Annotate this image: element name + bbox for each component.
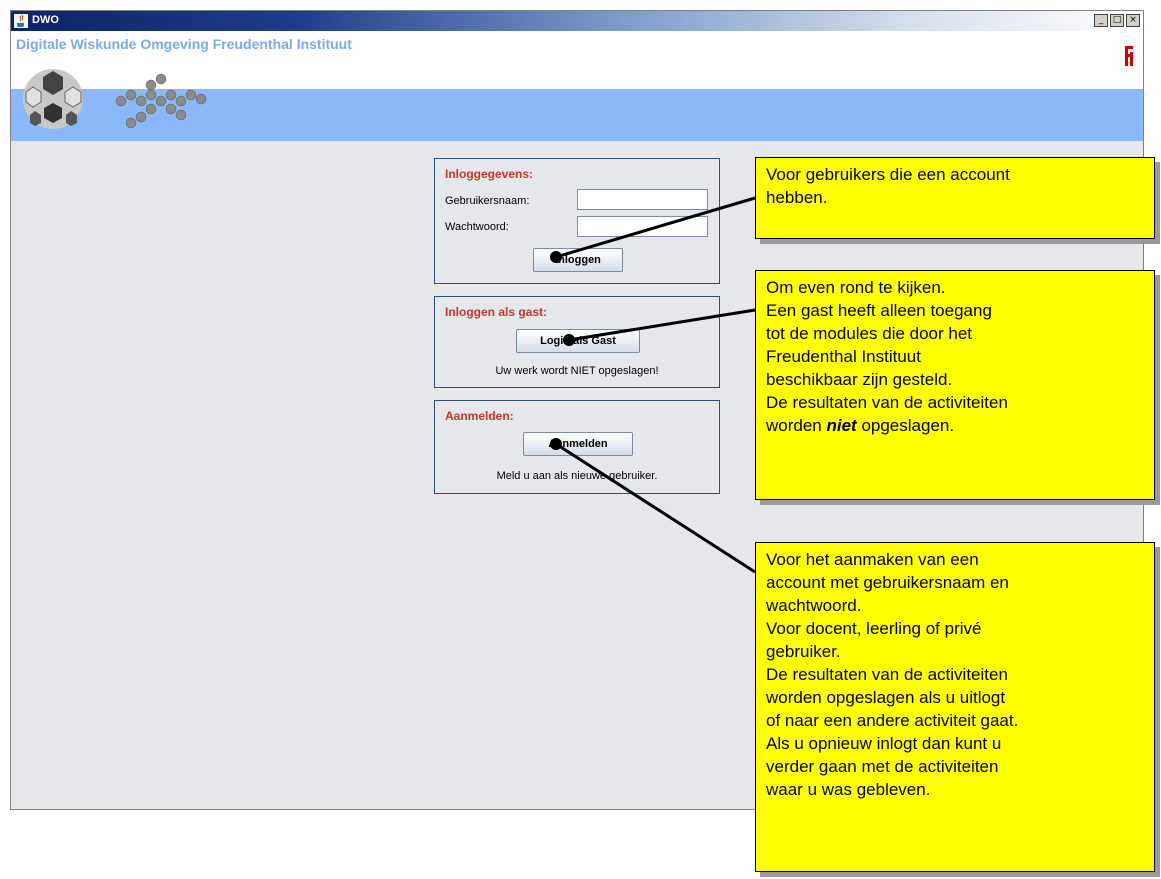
register-note: Meld u aan als nieuwe gebruiker. (496, 470, 658, 482)
callout-line: Freudenthal Instituut (766, 347, 921, 366)
callout-line: Voor gebruikers die een account (766, 165, 1010, 184)
password-field[interactable] (577, 216, 708, 237)
callout-line: Voor het aanmaken van een (766, 550, 979, 569)
callout-line: account met gebruikersnaam en (766, 573, 1009, 592)
callout-line-last: worden niet opgeslagen. (766, 414, 1144, 437)
callout-line: hebben. (766, 188, 828, 207)
freudenthal-icon (1125, 46, 1133, 66)
login-panel: Inloggegevens: Gebruikersnaam: Wachtwoor… (434, 158, 720, 284)
login-panel-title: Inloggegevens: (445, 167, 534, 181)
app-header: Digitale Wiskunde Omgeving Freudenthal I… (11, 31, 1143, 141)
callout-line: Voor docent, leerling of privé (766, 619, 982, 638)
callout-line: De resultaten van de activiteiten (766, 393, 1008, 412)
callout-line: gebruiker. (766, 642, 841, 661)
callout-line: of naar een andere activiteit gaat. (766, 711, 1019, 730)
minimize-button[interactable]: _ (1094, 14, 1108, 27)
register-callout: Voor het aanmaken van een account met ge… (755, 542, 1155, 872)
java-app-icon (14, 14, 28, 28)
register-panel-title: Aanmelden: (445, 409, 514, 423)
window-title: DWO (32, 14, 59, 26)
guest-note: Uw werk wordt NIET opgeslagen! (495, 365, 659, 377)
callout-line: worden opgeslagen als u uitlogt (766, 688, 1006, 707)
guest-login-button[interactable]: Login als Gast (516, 329, 640, 353)
register-panel: Aanmelden: Aanmelden Meld u aan als nieu… (434, 400, 720, 494)
login-button[interactable]: Inloggen (533, 248, 623, 272)
password-label: Wachtwoord: (445, 221, 509, 233)
register-button[interactable]: Aanmelden (523, 432, 633, 456)
callout-line: Om even rond te kijken. (766, 278, 946, 297)
username-field[interactable] (577, 189, 708, 210)
callout-text: worden (766, 416, 827, 435)
callout-line: Als u opnieuw inlogt dan kunt u (766, 734, 1002, 753)
callout-line: waar u was gebleven. (766, 780, 931, 799)
guest-panel: Inloggen als gast: Login als Gast Uw wer… (434, 296, 720, 388)
callout-line: verder gaan met de activiteiten (766, 757, 999, 776)
username-label: Gebruikersnaam: (445, 195, 530, 207)
callout-line: De resultaten van de activiteiten (766, 665, 1008, 684)
title-bar[interactable]: DWO _ □ × (11, 11, 1143, 31)
guest-panel-title: Inloggen als gast: (445, 305, 548, 319)
app-title: Digitale Wiskunde Omgeving Freudenthal I… (16, 36, 352, 52)
callout-line: beschikbaar zijn gesteld. (766, 370, 953, 389)
close-button[interactable]: × (1126, 14, 1140, 27)
maximize-button[interactable]: □ (1110, 14, 1124, 27)
guest-callout: Om even rond te kijken. Een gast heeft a… (755, 270, 1155, 500)
callout-text: opgeslagen. (856, 416, 955, 435)
account-callout: Voor gebruikers die een account hebben. (755, 157, 1155, 239)
dwo-logo-icon (23, 69, 207, 129)
callout-line: tot de modules die door het (766, 324, 973, 343)
callout-line: Een gast heeft alleen toegang (766, 301, 992, 320)
callout-line: wachtwoord. (766, 596, 862, 615)
callout-emphasis: niet (826, 416, 857, 435)
